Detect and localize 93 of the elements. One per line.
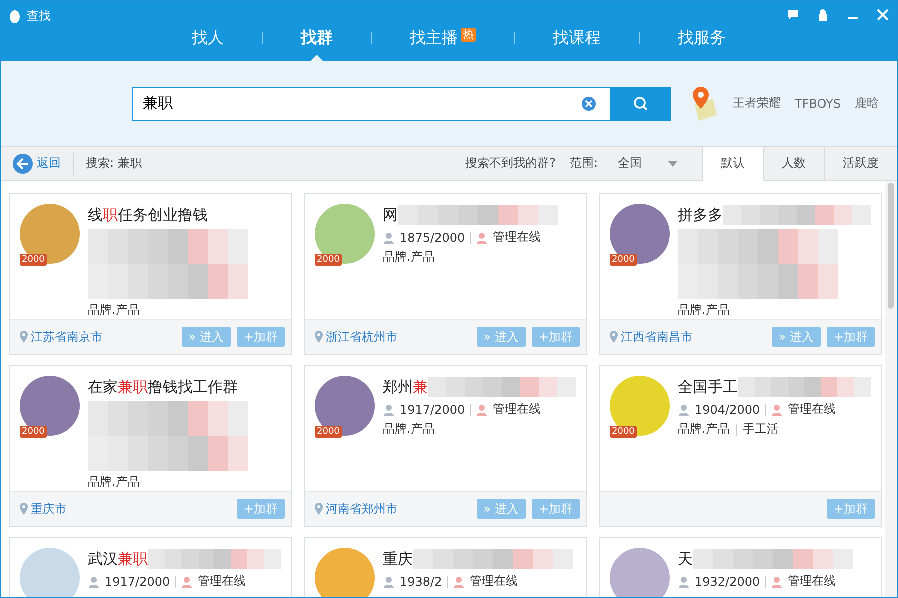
search-field[interactable]: 兼职 xyxy=(132,86,610,120)
clear-icon[interactable] xyxy=(582,96,596,110)
group-name: 天 xyxy=(678,550,693,568)
avatar-photo-placeholder xyxy=(315,548,375,597)
sort-tab[interactable]: 默认 xyxy=(702,146,763,180)
admin-icon xyxy=(453,576,466,588)
hot-keyword-link[interactable]: TFBOYS xyxy=(795,96,841,110)
group-name: 拼多多 xyxy=(678,206,723,224)
admin-icon xyxy=(771,404,784,416)
admin-status: 管理在线 xyxy=(788,573,836,590)
lock-icon[interactable] xyxy=(817,9,829,21)
group-card[interactable]: 2000 全国手工 1904/2000 管理在线 品牌.产品 手工活 +加群 xyxy=(599,365,882,527)
nav-tab[interactable]: 找人 xyxy=(192,28,224,61)
member-count: 1938/2 xyxy=(400,574,442,588)
group-card[interactable]: 2000 拼多多 品牌.产品 江西省南昌市 » 进入 +加群 xyxy=(599,193,882,355)
group-tag: 品牌.产品 xyxy=(88,474,140,491)
members-icon xyxy=(383,576,395,588)
members-icon xyxy=(383,404,395,416)
member-count: 1917/2000 xyxy=(105,574,170,588)
hot-keyword-link[interactable]: 王者荣耀 xyxy=(733,95,781,112)
members-icon xyxy=(88,576,100,588)
group-name: 线职任务创业撸钱 xyxy=(88,206,208,224)
window-title: 查找 xyxy=(27,8,51,25)
group-tag: 品牌.产品 xyxy=(383,421,435,438)
members-icon xyxy=(678,576,690,588)
admin-icon xyxy=(476,232,488,244)
group-name: 在家兼职撸钱找工作群 xyxy=(88,378,238,396)
member-limit-badge: 2000 xyxy=(315,426,342,438)
nav-tab[interactable]: 找主播 热 xyxy=(410,28,476,61)
location-pin-icon xyxy=(20,331,28,343)
group-card[interactable]: 武汉兼职 1917/2000 管理在线 xyxy=(9,537,292,597)
back-link[interactable]: 返回 xyxy=(1,154,73,174)
group-name: 网 xyxy=(383,206,398,224)
group-card[interactable]: 天 1932/2000 管理在线 xyxy=(599,537,882,597)
location-link[interactable]: 江西省南昌市 xyxy=(621,328,693,346)
members-icon xyxy=(678,404,690,416)
location-link[interactable]: 重庆市 xyxy=(31,500,67,518)
location-link[interactable]: 浙江省杭州市 xyxy=(326,328,398,346)
group-card[interactable]: 2000 网 1875/2000 管理在线 品牌.产品 浙江省杭州市 » 进入 +加群 xyxy=(304,193,587,355)
scope-label: 范围: xyxy=(570,155,598,172)
location-pin-icon xyxy=(315,503,323,515)
member-limit-badge: 2000 xyxy=(20,254,47,266)
admin-status: 管理在线 xyxy=(788,401,836,418)
admin-icon xyxy=(181,576,194,588)
location-link[interactable]: 江苏省南京市 xyxy=(31,328,103,346)
search-button[interactable] xyxy=(610,86,671,120)
member-limit-badge: 2000 xyxy=(20,426,47,438)
group-tag: 品牌.产品 xyxy=(678,421,730,438)
sort-tab[interactable]: 人数 xyxy=(763,146,824,180)
feedback-icon[interactable] xyxy=(787,9,799,21)
nav-tab[interactable]: 找课程 xyxy=(553,28,601,61)
admin-status: 管理在线 xyxy=(493,229,542,246)
hot-badge: 热 xyxy=(461,28,476,42)
group-card[interactable]: 重庆 1938/2 管理在线 xyxy=(304,537,587,597)
location-link[interactable]: 河南省郑州市 xyxy=(326,500,398,518)
location-pin-icon xyxy=(20,503,28,515)
group-name: 郑州兼 xyxy=(383,378,428,396)
avatar-photo-placeholder xyxy=(20,548,80,597)
member-limit-badge: 2000 xyxy=(315,254,342,266)
caret-icon xyxy=(668,160,678,166)
group-name: 重庆 xyxy=(383,550,413,568)
member-count: 1917/2000 xyxy=(400,402,466,416)
group-card[interactable]: 2000 在家兼职撸钱找工作群 品牌.产品 重庆市 +加群 xyxy=(9,365,292,527)
admin-status: 管理在线 xyxy=(493,401,542,418)
group-card[interactable]: 2000 郑州兼 1917/2000 管理在线 品牌.产品 河南省郑州市 » 进入 +加群 xyxy=(304,365,587,527)
member-count: 1875/2000 xyxy=(400,230,466,244)
member-count: 1932/2000 xyxy=(695,574,760,588)
member-limit-badge: 2000 xyxy=(610,254,637,266)
admin-status: 管理在线 xyxy=(470,573,518,590)
nav-tab[interactable]: 找服务 xyxy=(678,28,726,61)
avatar-photo-placeholder xyxy=(610,548,670,597)
group-card[interactable]: 2000 线职任务创业撸钱 品牌.产品 江苏省南京市 » 进入 +加群 xyxy=(9,193,292,355)
admin-icon xyxy=(771,576,784,588)
search-icon xyxy=(632,96,648,112)
search-query-label: 搜索: 兼职 xyxy=(86,155,143,172)
help-link[interactable]: 搜索不到我的群? xyxy=(466,155,556,172)
group-tag: 品牌.产品 xyxy=(678,302,730,319)
member-count: 1904/2000 xyxy=(695,402,760,416)
group-tag: 品牌.产品 xyxy=(383,249,435,266)
scrollbar-thumb[interactable] xyxy=(888,183,894,309)
group-name: 武汉兼职 xyxy=(88,550,148,568)
group-tag: 手工活 xyxy=(742,421,779,438)
admin-status: 管理在线 xyxy=(198,573,246,590)
member-limit-badge: 2000 xyxy=(610,426,637,438)
members-icon xyxy=(383,232,395,244)
group-tag: 品牌.产品 xyxy=(88,302,140,319)
group-name: 全国手工 xyxy=(678,378,738,396)
close-icon[interactable] xyxy=(877,9,889,21)
location-pin-icon xyxy=(315,331,323,343)
scope-dropdown[interactable]: 全国 xyxy=(618,155,688,172)
hot-keyword-link[interactable]: 鹿晗 xyxy=(855,95,879,112)
admin-icon xyxy=(476,404,488,416)
location-pin-icon xyxy=(610,331,618,343)
